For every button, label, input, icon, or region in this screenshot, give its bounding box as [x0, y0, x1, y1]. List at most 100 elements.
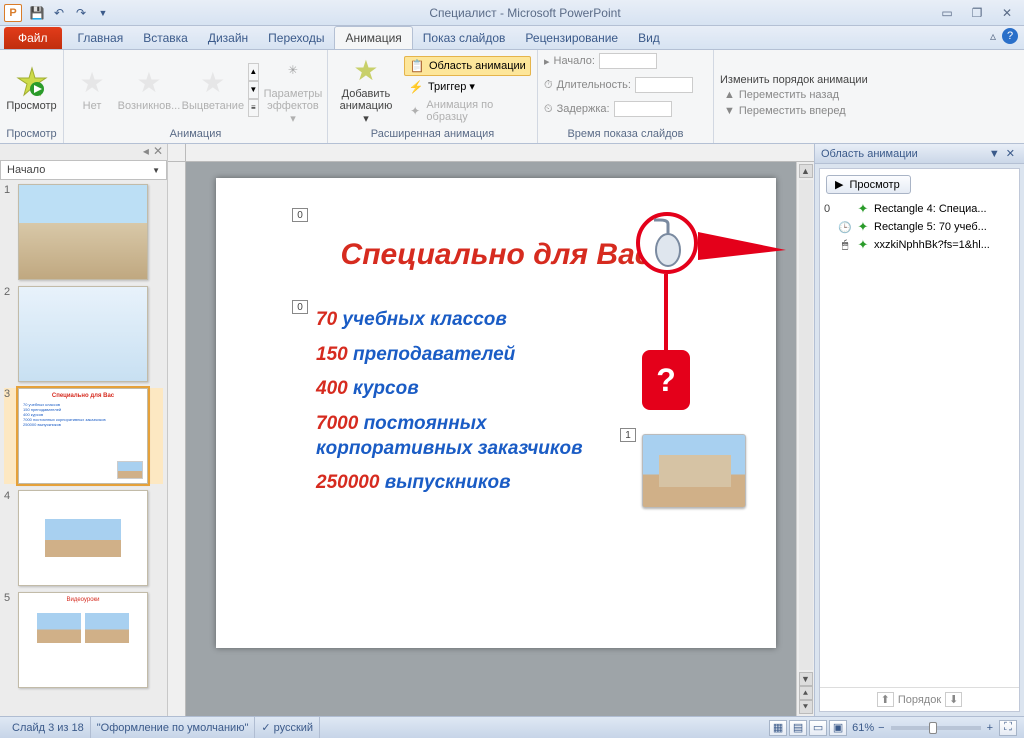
reorder-forward-button[interactable]: ▼ Переместить вперед: [720, 104, 868, 118]
duration-input[interactable]: [635, 77, 693, 93]
animation-pane-toggle[interactable]: 📋Область анимации: [404, 56, 531, 76]
thumbs-dropdown[interactable]: Начало▼: [0, 160, 167, 180]
thumb-slide-1[interactable]: 1: [4, 184, 163, 280]
tab-transitions[interactable]: Переходы: [258, 27, 334, 49]
gallery-more-icon[interactable]: ≡: [248, 99, 259, 117]
preview-button[interactable]: Просмотр: [6, 64, 57, 114]
spellcheck-icon: ✓: [261, 721, 270, 734]
scroll-down-icon[interactable]: ▼: [799, 672, 813, 686]
delay-icon: ⏲: [544, 103, 553, 116]
tab-animation[interactable]: Анимация: [334, 26, 412, 49]
tab-view[interactable]: Вид: [628, 27, 670, 49]
anim-seq-badge-list[interactable]: 0: [292, 300, 308, 314]
reorder-title: Изменить порядок анимации: [720, 74, 868, 86]
thumb-slide-3[interactable]: ✦3Специально для Вас70 учебных классов15…: [4, 388, 163, 484]
maximize-button[interactable]: ❐: [968, 6, 986, 20]
workspace: ◂✕ Начало▼ 1 2 ✦3Специально для Вас70 уч…: [0, 144, 1024, 716]
anim-seq-badge-title[interactable]: 0: [292, 208, 308, 222]
gallery-up-icon[interactable]: ▲: [248, 63, 259, 81]
annotation-circle: [636, 212, 698, 274]
anim-item-3[interactable]: 🖱 ✦ xxzkiNphhBk?fs=1&hl...: [820, 236, 1019, 254]
zoom-out-icon[interactable]: −: [878, 722, 884, 734]
tab-home[interactable]: Главная: [68, 27, 134, 49]
trigger-icon: ⚡: [408, 79, 424, 95]
duration-icon: ⏱: [544, 79, 553, 92]
thumbs-left-icon[interactable]: ◂: [143, 144, 149, 160]
thumbs-close-icon[interactable]: ✕: [153, 144, 163, 160]
qat-undo-icon[interactable]: ↶: [50, 4, 68, 22]
ribbon: Просмотр Просмотр ★Нет ★Возникнов... ★Вы…: [0, 50, 1024, 144]
anim-pane-close-icon[interactable]: ✕: [1003, 147, 1018, 160]
animation-fade[interactable]: ★Выцветание: [184, 64, 242, 114]
zoom-in-icon[interactable]: +: [987, 722, 993, 734]
tab-review[interactable]: Рецензирование: [515, 27, 628, 49]
tab-design[interactable]: Дизайн: [198, 27, 258, 49]
view-slideshow-button[interactable]: ▣: [829, 720, 847, 736]
view-reading-button[interactable]: ▭: [809, 720, 827, 736]
annotation-pointer: [698, 232, 786, 260]
qat-redo-icon[interactable]: ↷: [72, 4, 90, 22]
window-title: Специалист - Microsoft PowerPoint: [112, 6, 938, 20]
animation-painter-button[interactable]: ✦Анимация по образцу: [404, 98, 531, 124]
ribbon-tabs: Файл Главная Вставка Дизайн Переходы Ани…: [0, 26, 1024, 50]
anim-item-1[interactable]: 0 ✦ Rectangle 4: Специа...: [820, 200, 1019, 218]
reorder-down-icon[interactable]: ⬇: [945, 692, 962, 707]
zoom-percent[interactable]: 61%: [848, 722, 878, 734]
delay-input[interactable]: [614, 101, 672, 117]
reorder-up-icon[interactable]: ⬆: [877, 692, 894, 707]
zoom-slider[interactable]: [891, 726, 981, 730]
anim-play-button[interactable]: ▶Просмотр: [826, 175, 911, 194]
star-icon: ★: [197, 66, 229, 98]
slide-editor[interactable]: 0 Специально для Вас 0 70 учебных классо…: [216, 178, 776, 648]
painter-icon: ✦: [408, 103, 422, 119]
title-bar: P 💾 ↶ ↷ ▼ Специалист - Microsoft PowerPo…: [0, 0, 1024, 26]
effect-star-icon: ✦: [856, 201, 870, 217]
play-icon: ▶: [835, 178, 843, 191]
play-icon: ▸: [544, 55, 550, 68]
view-sorter-button[interactable]: ▤: [789, 720, 807, 736]
mouse-trigger-large-icon: [640, 216, 694, 270]
slide-image[interactable]: [642, 434, 746, 508]
tab-insert[interactable]: Вставка: [133, 27, 198, 49]
thumb-slide-2[interactable]: 2: [4, 286, 163, 382]
next-slide-icon[interactable]: ⯆: [799, 700, 813, 714]
effect-options-button[interactable]: ✳Параметры эффектов ▾: [265, 52, 321, 126]
zoom-fit-button[interactable]: ⛶: [999, 720, 1017, 736]
add-animation-button[interactable]: ★Добавить анимацию ▾: [334, 52, 398, 126]
thumb-slide-5[interactable]: 5Видеоуроки: [4, 592, 163, 688]
ribbon-minimize-icon[interactable]: ▵: [990, 29, 996, 43]
gallery-down-icon[interactable]: ▼: [248, 81, 259, 99]
animation-none[interactable]: ★Нет: [70, 64, 114, 114]
ruler-horizontal: [168, 144, 814, 162]
status-language[interactable]: ✓русский: [255, 717, 320, 738]
tab-slideshow[interactable]: Показ слайдов: [413, 27, 516, 49]
qat-save-icon[interactable]: 💾: [28, 4, 46, 22]
preview-star-icon: [16, 66, 48, 98]
clock-trigger-icon: 🕒: [838, 221, 852, 234]
anim-item-2[interactable]: 🕒 ✦ Rectangle 5: 70 учеб...: [820, 218, 1019, 236]
anim-seq-badge-image[interactable]: 1: [620, 428, 636, 442]
reorder-back-button[interactable]: ▲ Переместить назад: [720, 88, 868, 102]
help-button[interactable]: ?: [1002, 28, 1018, 44]
scroll-up-icon[interactable]: ▲: [799, 164, 813, 178]
star-icon: ★: [76, 66, 108, 98]
effect-options-icon: ✳: [277, 54, 309, 86]
qat-customize-icon[interactable]: ▼: [94, 4, 112, 22]
annotation-balloon: ?: [642, 350, 690, 410]
star-icon: ★: [133, 66, 165, 98]
trigger-button[interactable]: ⚡Триггер ▾: [404, 78, 531, 96]
minimize-button[interactable]: ▭: [938, 6, 956, 20]
annotation-connector: [664, 274, 668, 352]
thumb-slide-4[interactable]: 4: [4, 490, 163, 586]
slide-list[interactable]: 70 учебных классов 150 преподавателей 40…: [316, 308, 606, 506]
view-normal-button[interactable]: ▦: [769, 720, 787, 736]
status-theme: "Оформление по умолчанию": [91, 717, 256, 738]
tab-file[interactable]: Файл: [4, 27, 62, 49]
start-select[interactable]: [599, 53, 657, 69]
anim-pane-dropdown-icon[interactable]: ▼: [986, 148, 1003, 160]
animation-appear[interactable]: ★Возникнов...: [120, 64, 178, 114]
canvas-scrollbar[interactable]: ▲ ▼ ⯅ ⯆: [796, 162, 814, 716]
close-button[interactable]: ✕: [998, 6, 1016, 20]
mouse-trigger-icon: 🖱: [838, 239, 852, 252]
prev-slide-icon[interactable]: ⯅: [799, 686, 813, 700]
